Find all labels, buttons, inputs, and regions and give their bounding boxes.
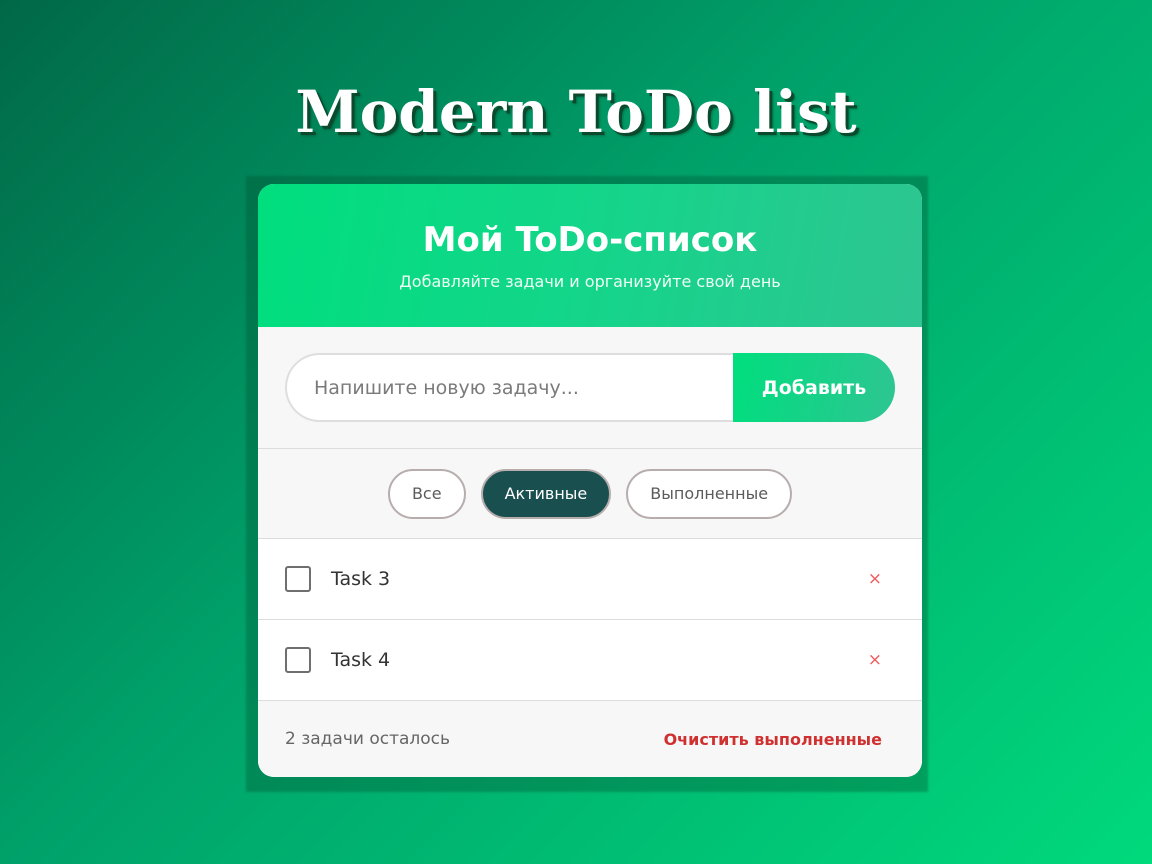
- filter-all-button[interactable]: Все: [387, 468, 466, 519]
- task-list: Task 3 × Task 4 ×: [258, 539, 922, 701]
- task-item: Task 3 ×: [258, 539, 922, 620]
- checkbox-icon[interactable]: [285, 647, 311, 673]
- remaining-count: 2 задачи осталось: [285, 729, 451, 749]
- card-title: Мой ToDo-список: [422, 220, 758, 260]
- input-section: Добавить: [258, 327, 922, 449]
- filter-active-button[interactable]: Активные: [480, 468, 612, 519]
- card-footer: 2 задачи осталось Очистить выполненные: [258, 701, 922, 777]
- card-header: Мой ToDo-список Добавляйте задачи и орга…: [258, 184, 922, 327]
- todo-card: Мой ToDo-список Добавляйте задачи и орга…: [258, 184, 922, 777]
- task-text: Task 3: [331, 568, 391, 590]
- delete-task-button[interactable]: ×: [868, 569, 882, 589]
- page-title: Modern ToDo list: [295, 78, 857, 146]
- checkbox-icon[interactable]: [285, 566, 311, 592]
- add-task-button[interactable]: Добавить: [733, 353, 895, 422]
- clear-completed-button[interactable]: Очистить выполненные: [664, 730, 882, 749]
- task-item: Task 4 ×: [258, 620, 922, 701]
- task-input[interactable]: [285, 353, 735, 422]
- filter-completed-button[interactable]: Выполненные: [626, 468, 793, 519]
- task-text: Task 4: [331, 649, 391, 671]
- card-subtitle: Добавляйте задачи и организуйте свой ден…: [399, 272, 781, 291]
- filter-bar: Все Активные Выполненные: [258, 449, 922, 539]
- delete-task-button[interactable]: ×: [868, 650, 882, 670]
